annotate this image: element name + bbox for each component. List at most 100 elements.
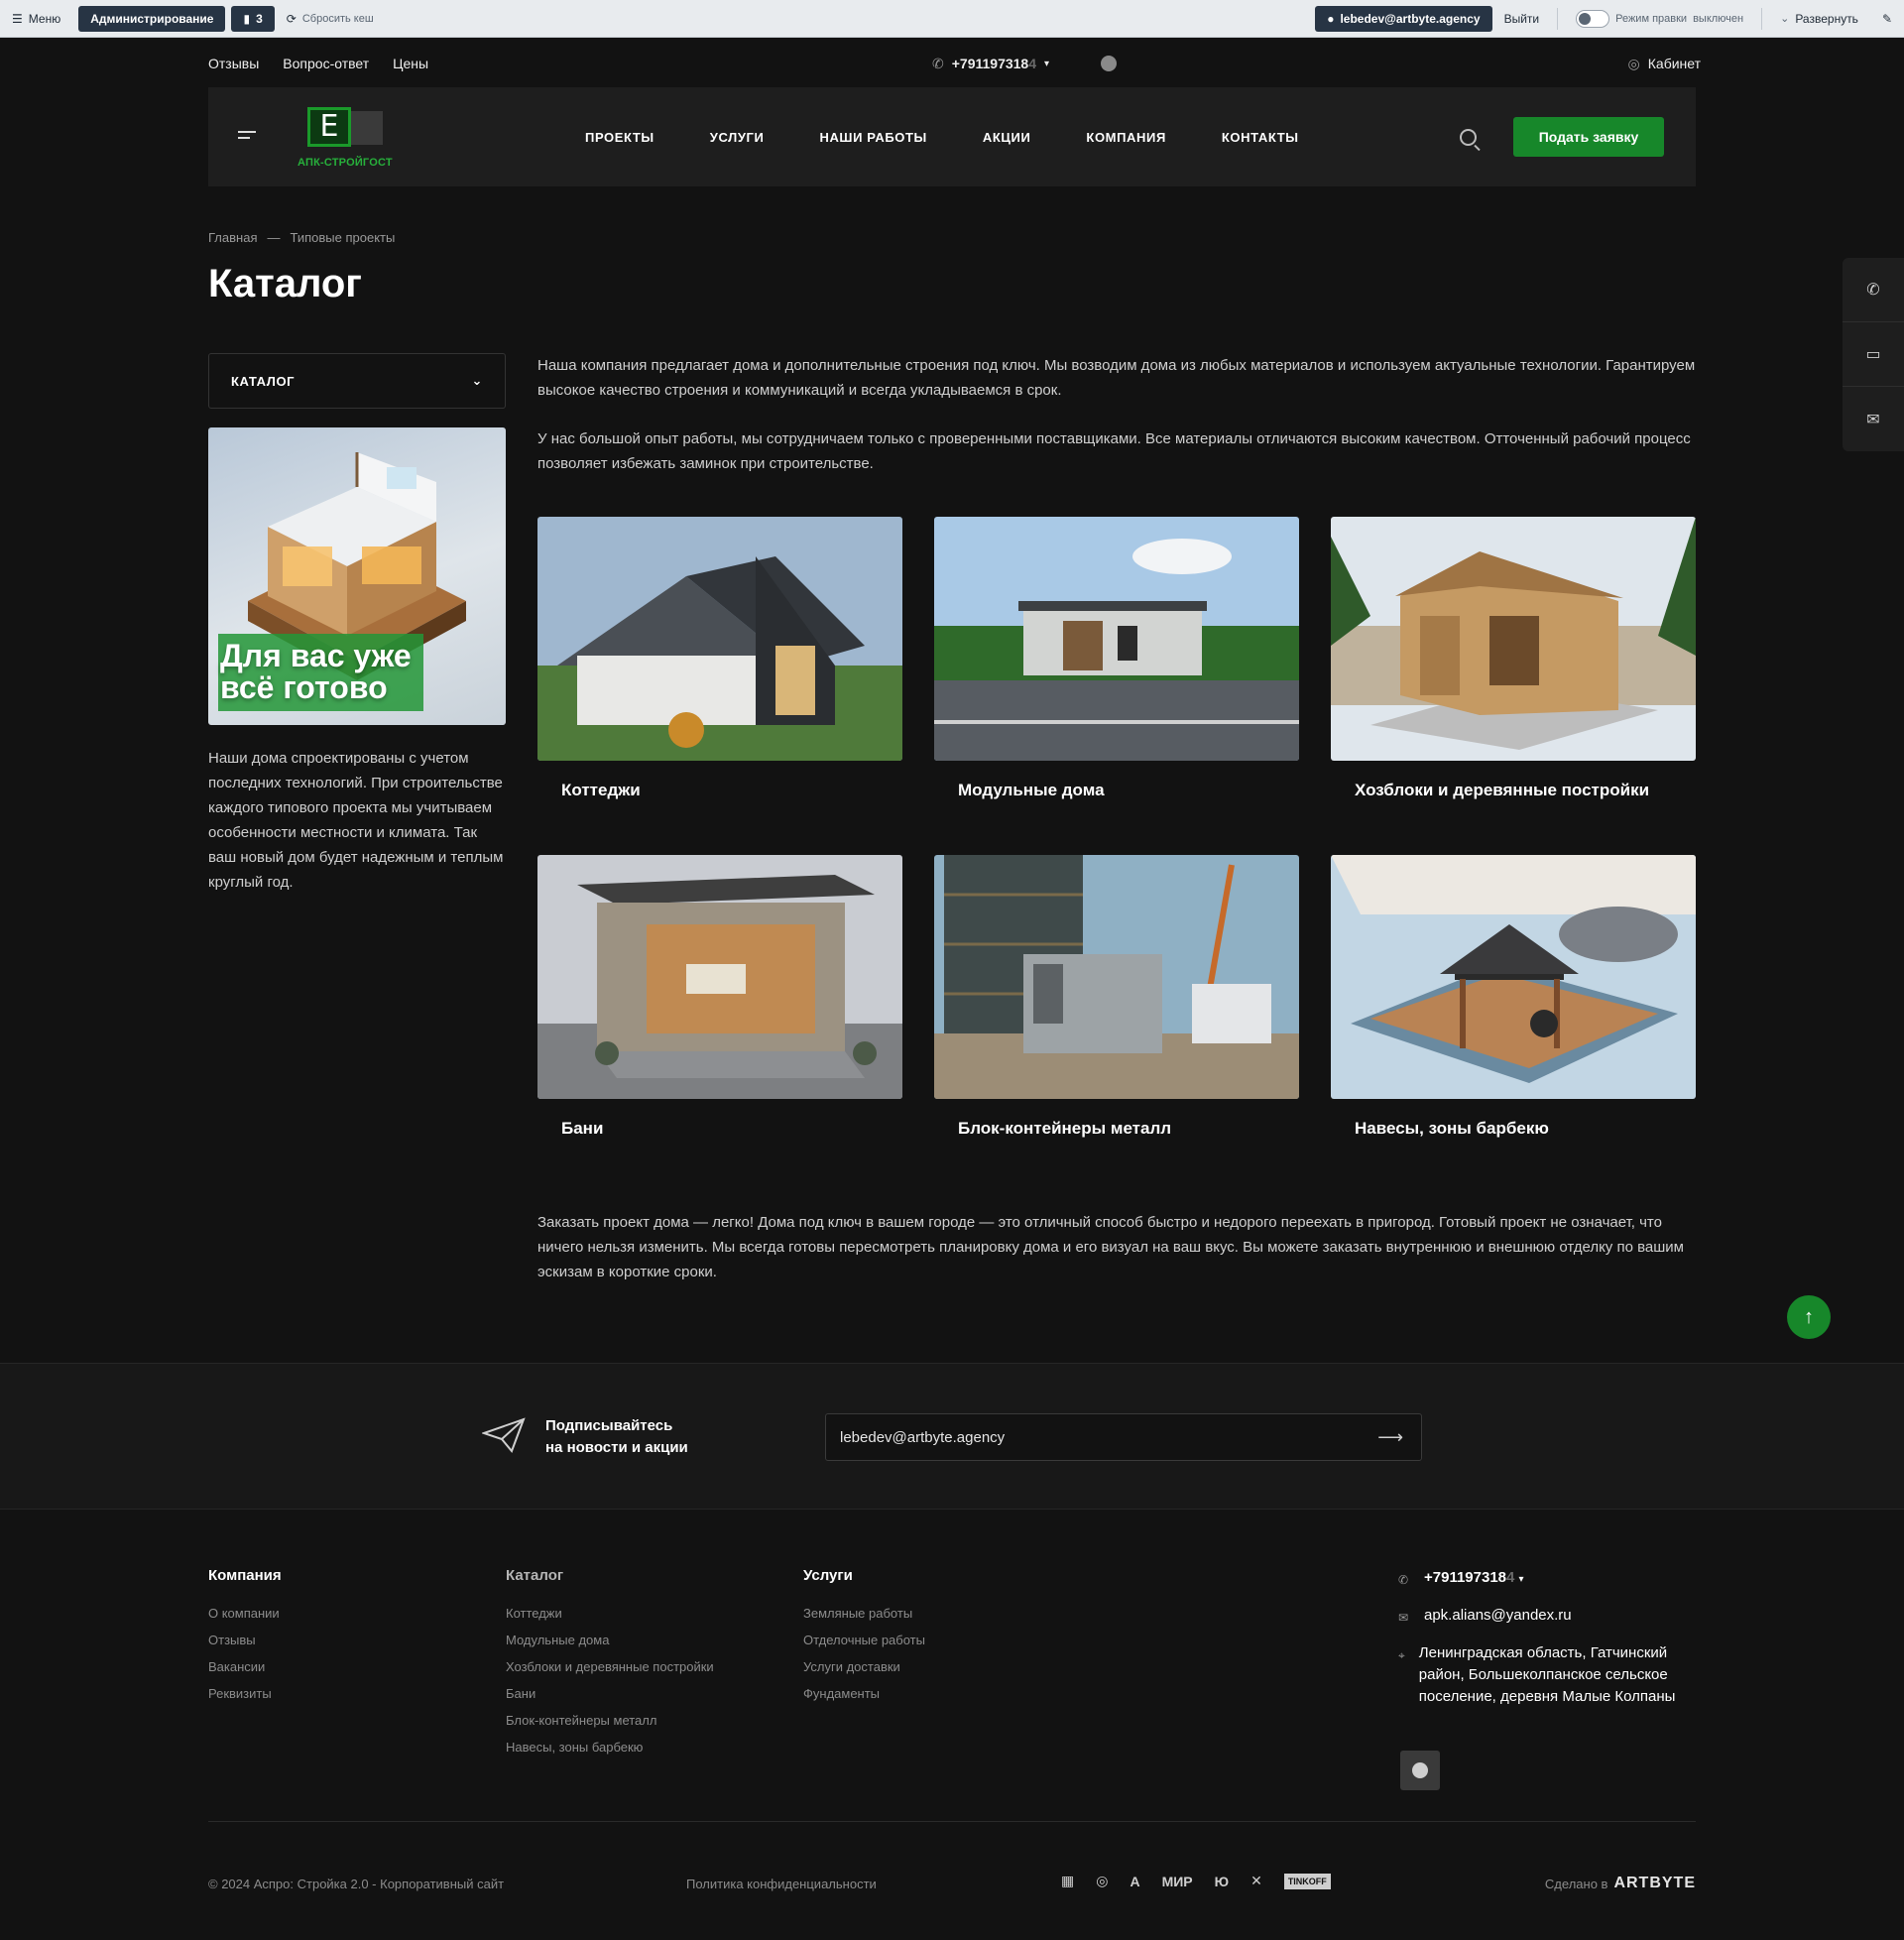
copyright: © 2024 Аспро: Стройка 2.0 - Корпоративны… (208, 1877, 505, 1891)
footer-link[interactable]: Бани (506, 1686, 714, 1701)
admin-menu-button[interactable]: ☰ Меню (0, 6, 72, 32)
footer-link[interactable]: Хозблоки и деревянные постройки (506, 1659, 714, 1674)
footer-link[interactable]: Вакансии (208, 1659, 282, 1674)
nav-our-works[interactable]: НАШИ РАБОТЫ (819, 130, 926, 145)
side-widgets: ✆ ▭ ✉ (1843, 258, 1904, 451)
user-icon: ● (1327, 11, 1335, 26)
nav-services[interactable]: УСЛУГИ (710, 130, 765, 145)
intro-text: Наша компания предлагает дома и дополнит… (537, 357, 1696, 472)
toggle-switch[interactable] (1576, 9, 1610, 28)
hamburger-icon: ☰ (12, 11, 23, 26)
site-header: E АПК-СТРОЙГОСТ ПРОЕКТЫ УСЛУГИ НАШИ РАБО… (208, 87, 1696, 186)
footer-link[interactable]: Фундаменты (803, 1686, 925, 1701)
logo[interactable]: E АПК-СТРОЙГОСТ (298, 107, 397, 177)
submit-request-button[interactable]: Подать заявку (1513, 117, 1664, 157)
header-phone[interactable]: ✆ +7911973184 ▾ (932, 56, 1049, 72)
footer-divider (208, 1821, 1696, 1822)
card-title: Навесы, зоны барбекю (1355, 1119, 1549, 1138)
scroll-to-top-button[interactable]: ↑ (1787, 1295, 1831, 1339)
footer-link[interactable]: Земляные работы (803, 1606, 925, 1621)
top-link-faq[interactable]: Вопрос-ответ (283, 56, 369, 71)
card-title: Коттеджи (561, 781, 641, 799)
footer-link[interactable]: Навесы, зоны барбекю (506, 1740, 714, 1755)
card-title: Блок-контейнеры металл (958, 1119, 1172, 1138)
catalog-card-modular-houses[interactable]: Модульные дома (934, 517, 1299, 800)
check-circle-icon: ◎ (1096, 1873, 1109, 1888)
card-image (934, 517, 1299, 761)
sbp-icon: ▦ (1061, 1873, 1075, 1888)
top-links: Отзывы Вопрос-ответ Цены (208, 56, 428, 71)
sidebar-text: Наши дома спроектированы с учетом послед… (208, 750, 504, 891)
reset-cache-button[interactable]: ⟳ Сбросить кеш (275, 6, 386, 32)
cabinet-link[interactable]: ◎ Кабинет (1628, 56, 1701, 72)
main-nav: ПРОЕКТЫ УСЛУГИ НАШИ РАБОТЫ АКЦИИ КОМПАНИ… (585, 87, 1299, 186)
footer-link[interactable]: Отзывы (208, 1633, 282, 1647)
outro-text: Заказать проект дома — легко! Дома под к… (537, 1214, 1684, 1280)
nav-promotions[interactable]: АКЦИИ (983, 130, 1031, 145)
mail-icon: ✉ (1398, 1611, 1409, 1625)
logo-text: АПК-СТРОЙГОСТ (298, 157, 393, 169)
pin-icon[interactable]: ✎ (1870, 6, 1904, 32)
administration-button[interactable]: Администрирование (78, 5, 226, 32)
footer-whatsapp-button[interactable] (1400, 1751, 1440, 1790)
paper-plane-icon (482, 1417, 526, 1453)
footer-phone[interactable]: ✆ +7911973184 ▾ (1398, 1567, 1696, 1591)
expand-button[interactable]: ⌄ Развернуть (1768, 6, 1870, 32)
yumoney-icon: Ю (1214, 1873, 1230, 1889)
whatsapp-icon[interactable] (1101, 56, 1117, 71)
breadcrumb-typical-projects[interactable]: Типовые проекты (290, 230, 395, 245)
top-link-reviews[interactable]: Отзывы (208, 56, 259, 71)
arrow-up-icon: ↑ (1804, 1305, 1814, 1328)
user-button[interactable]: ● lebedev@artbyte.agency (1315, 5, 1492, 32)
nav-company[interactable]: КОМПАНИЯ (1086, 130, 1165, 145)
card-title: Модульные дома (958, 781, 1105, 799)
tinkoff-logo: TINKOFF (1283, 1873, 1331, 1889)
chevron-down-icon: ⌄ (471, 373, 483, 388)
arrow-right-icon[interactable]: ⟶ (1377, 1427, 1403, 1448)
footer-contacts: ✆ +7911973184 ▾ ✉ apk.alians@yandex.ru ⌖… (1398, 1567, 1696, 1722)
card-image (537, 855, 902, 1099)
footer-link[interactable]: Услуги доставки (803, 1659, 925, 1674)
search-icon[interactable] (1460, 129, 1477, 146)
catalog-card-bbq-canopies[interactable]: Навесы, зоны барбекю (1331, 855, 1696, 1139)
mir-logo: МИР (1161, 1873, 1193, 1889)
top-line: Отзывы Вопрос-ответ Цены ✆ +7911973184 ▾… (208, 52, 1701, 75)
chat-icon[interactable]: ▭ (1843, 322, 1904, 387)
footer-email[interactable]: ✉ apk.alians@yandex.ru (1398, 1605, 1696, 1629)
nav-projects[interactable]: ПРОЕКТЫ (585, 130, 654, 145)
footer-link[interactable]: Коттеджи (506, 1606, 714, 1621)
catalog-card-cottages[interactable]: Коттеджи (537, 517, 902, 800)
footer-link[interactable]: Блок-контейнеры металл (506, 1713, 714, 1728)
promo-banner[interactable]: Для вас уже всё готово (208, 427, 506, 725)
breadcrumb-home[interactable]: Главная (208, 230, 257, 245)
catalog-card-saunas[interactable]: Бани (537, 855, 902, 1139)
catalog-card-block-containers[interactable]: Блок-контейнеры металл (934, 855, 1299, 1139)
catalog-card-sheds[interactable]: Хозблоки и деревянные постройки (1331, 517, 1696, 800)
subscribe-section: Подписывайтесь на новости и акции lebede… (0, 1363, 1904, 1510)
callback-phone-icon[interactable]: ✆ (1843, 258, 1904, 322)
chevron-down-icon: ⌄ (1780, 13, 1790, 25)
mail-icon[interactable]: ✉ (1843, 387, 1904, 451)
card-title: Бани (561, 1119, 604, 1138)
made-by[interactable]: Сделано в ARTBYTE (1545, 1875, 1696, 1892)
card-image (1331, 517, 1696, 761)
privacy-policy-link[interactable]: Политика конфиденциальности (686, 1877, 877, 1891)
footer-col-company: Компания О компании Отзывы Вакансии Рекв… (208, 1567, 282, 1701)
catalog-select[interactable]: КАТАЛОГ ⌄ (208, 353, 506, 409)
footer-link[interactable]: Модульные дома (506, 1633, 714, 1647)
burger-menu-icon[interactable] (238, 131, 256, 143)
chevron-down-icon: ▾ (1518, 1574, 1524, 1585)
top-link-prices[interactable]: Цены (393, 56, 428, 71)
subscribe-title: Подписывайтесь на новости и акции (545, 1417, 688, 1456)
nav-contacts[interactable]: КОНТАКТЫ (1222, 130, 1299, 145)
whatsapp-icon (1412, 1762, 1428, 1778)
footer-link[interactable]: Реквизиты (208, 1686, 282, 1701)
notifications-button[interactable]: ▮ 3 (231, 5, 275, 32)
location-pin-icon: ⌖ (1398, 1648, 1405, 1662)
logout-button[interactable]: Выйти (1492, 6, 1552, 32)
footer-link[interactable]: О компании (208, 1606, 282, 1621)
edit-mode-toggle[interactable]: Режим правки выключен (1564, 6, 1755, 32)
footer-link[interactable]: Отделочные работы (803, 1633, 925, 1647)
subscribe-email-input[interactable]: lebedev@artbyte.agency ⟶ (825, 1413, 1422, 1461)
chevron-down-icon: ▾ (1044, 58, 1050, 69)
